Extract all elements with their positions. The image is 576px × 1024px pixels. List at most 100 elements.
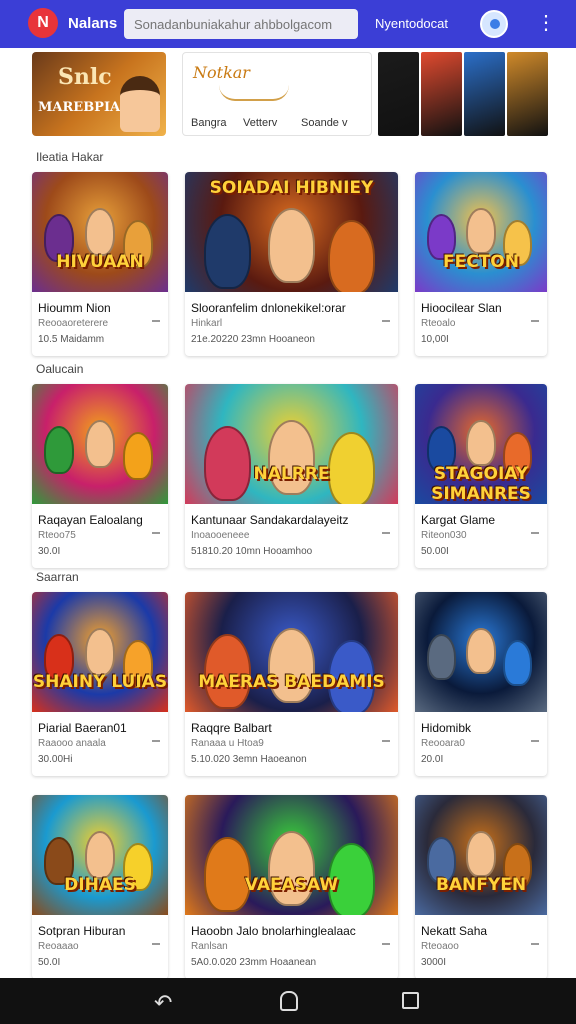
card-menu-icon[interactable] (382, 740, 390, 742)
game-price: 3000I (421, 957, 447, 968)
card-menu-icon[interactable] (531, 532, 539, 534)
game-title: Hidomibk (421, 721, 472, 735)
game-art-title: STAGOIAY SIMANRES (431, 464, 531, 504)
game-card[interactable]: NALRRE Kantunaar Sandakardalayeitz Inoaooe… (185, 384, 398, 568)
game-publisher: Reooaoreterere (38, 318, 109, 329)
game-art-title: SHAINY LUIAS (32, 672, 168, 692)
character-illustration (85, 628, 115, 676)
promo-banner-main[interactable]: Snlc MAREBPIAEE (32, 52, 166, 136)
featured-thumbnail[interactable] (464, 52, 505, 136)
game-card[interactable]: HIVUAAN Hioumm Nion Reooaoreterere 10.5 Mai… (32, 172, 168, 356)
character-illustration (85, 831, 115, 879)
game-title: Sotpran Hiburan (38, 924, 126, 938)
card-menu-icon[interactable] (531, 943, 539, 945)
home-icon[interactable] (280, 991, 298, 1011)
game-publisher: Inoaooeneee (191, 530, 250, 541)
game-publisher: Ranaaa u Htoa9 (191, 738, 264, 749)
game-thumbnail[interactable]: MAERAS BAEDAMIS (185, 592, 398, 712)
game-card[interactable]: VAEASAW Haoobn Jalo bnolarhinglealaac Ranl… (185, 795, 398, 979)
profile-avatar-icon[interactable] (480, 10, 508, 38)
card-menu-icon[interactable] (382, 532, 390, 534)
back-icon[interactable]: ↶ (154, 990, 172, 1016)
section-title[interactable]: Saarran (36, 570, 79, 584)
recent-apps-icon[interactable] (402, 992, 419, 1009)
game-thumbnail[interactable]: NALRRE (185, 384, 398, 504)
filter-dropdown-type[interactable]: Vetterv (243, 117, 277, 129)
card-menu-icon[interactable] (531, 320, 539, 322)
game-price: 20.0I (421, 754, 444, 765)
section-title[interactable]: Ileatia Hakar (36, 150, 103, 164)
game-art-title: VAEASAW (244, 875, 339, 895)
game-title: Hioocilear Slan (421, 301, 502, 315)
game-art-title: SOIADAI HIBNIEY (209, 178, 374, 198)
game-thumbnail[interactable]: STAGOIAY SIMANRES (415, 384, 547, 504)
game-card[interactable]: Raqayan Ealoalang Rteoo75 30.0I (32, 384, 168, 568)
featured-thumbnail[interactable] (421, 52, 462, 136)
game-price: 30.00Hi (38, 754, 73, 765)
character-illustration (466, 208, 496, 255)
search-input[interactable] (124, 9, 358, 39)
game-thumbnail[interactable]: FECTON (415, 172, 547, 292)
character-illustration (85, 208, 115, 256)
header-link[interactable]: Nyentodocat (375, 16, 448, 31)
game-card[interactable]: MAERAS BAEDAMIS Raqqre Balbart Ranaaa u Ht… (185, 592, 398, 776)
character-illustration (268, 208, 315, 283)
game-price: 5.10.020 3emn Haoeanon (191, 754, 307, 765)
game-title: Piarial Baeran01 (38, 721, 127, 735)
game-price: 51810.20 10mn Hooamhoo (191, 546, 313, 557)
card-menu-icon[interactable] (382, 320, 390, 322)
game-art-title: HIVUAAN (56, 252, 144, 272)
game-card[interactable]: Hidomibk Reooara0 20.0I (415, 592, 547, 776)
game-thumbnail[interactable]: DIHAES (32, 795, 168, 915)
game-thumbnail[interactable] (32, 384, 168, 504)
more-vert-icon[interactable]: ⋮ (536, 12, 556, 34)
card-menu-icon[interactable] (152, 943, 160, 945)
character-illustration (426, 634, 456, 681)
filter-dropdown-sort[interactable]: Soande v (301, 117, 347, 129)
card-menu-icon[interactable] (382, 943, 390, 945)
character-illustration (327, 220, 375, 292)
game-publisher: Rteoaoo (421, 941, 459, 952)
game-publisher: Rteoo75 (38, 530, 76, 541)
character-illustration (120, 76, 160, 132)
game-thumbnail[interactable]: SHAINY LUIAS (32, 592, 168, 712)
game-card[interactable]: STAGOIAY SIMANRES Kargat Glame Riteon030 50… (415, 384, 547, 568)
app-logo-icon[interactable]: N (28, 8, 58, 38)
banner-row: Snlc MAREBPIAEE Notkar Bangra Vetterv So… (32, 52, 548, 138)
featured-thumbnail[interactable] (378, 52, 419, 136)
game-title: Haoobn Jalo bnolarhinglealaac (191, 924, 356, 938)
featured-thumbnail[interactable] (507, 52, 548, 136)
section-title[interactable]: Oalucain (36, 362, 83, 376)
game-publisher: Reooara0 (421, 738, 465, 749)
game-card[interactable]: BANFYEN Nekatt Saha Rteoaoo 3000I (415, 795, 547, 979)
filter-banner: Notkar Bangra Vetterv Soande v (182, 52, 372, 136)
promo-banner-title: Snlc (58, 64, 112, 90)
character-illustration (123, 432, 154, 480)
card-menu-icon[interactable] (152, 320, 160, 322)
card-menu-icon[interactable] (152, 740, 160, 742)
game-card[interactable]: DIHAES Sotpran Hiburan Reoaaao 50.0I (32, 795, 168, 979)
game-thumbnail[interactable]: HIVUAAN (32, 172, 168, 292)
featured-thumbnails (378, 52, 548, 136)
game-price: 5A0.0.020 23mm Hoaanean (191, 957, 317, 968)
game-thumbnail[interactable]: SOIADAI HIBNIEY (185, 172, 398, 292)
game-art-title: BANFYEN (435, 875, 527, 895)
character-illustration (503, 640, 533, 687)
game-card[interactable]: SHAINY LUIAS Piarial Baeran01 Raaooo anaal… (32, 592, 168, 776)
game-publisher: Raaooo anaala (38, 738, 106, 749)
filter-dropdown-genre[interactable]: Bangra (191, 117, 226, 129)
filter-banner-title: Notkar (193, 63, 250, 82)
character-illustration (204, 214, 252, 289)
game-price: 30.0I (38, 546, 61, 557)
game-thumbnail[interactable]: VAEASAW (185, 795, 398, 915)
game-price: 50.00I (421, 546, 449, 557)
game-thumbnail[interactable] (415, 592, 547, 712)
game-card[interactable]: SOIADAI HIBNIEY Slooranfelim dnlonekikel:… (185, 172, 398, 356)
game-thumbnail[interactable]: BANFYEN (415, 795, 547, 915)
card-menu-icon[interactable] (531, 740, 539, 742)
game-publisher: Hinkarl (191, 318, 223, 329)
app-name: Nalans (68, 15, 118, 32)
game-title: Raqqre Balbart (191, 721, 272, 735)
game-card[interactable]: FECTON Hioocilear Slan Rteoalo 10,00I (415, 172, 547, 356)
card-menu-icon[interactable] (152, 532, 160, 534)
